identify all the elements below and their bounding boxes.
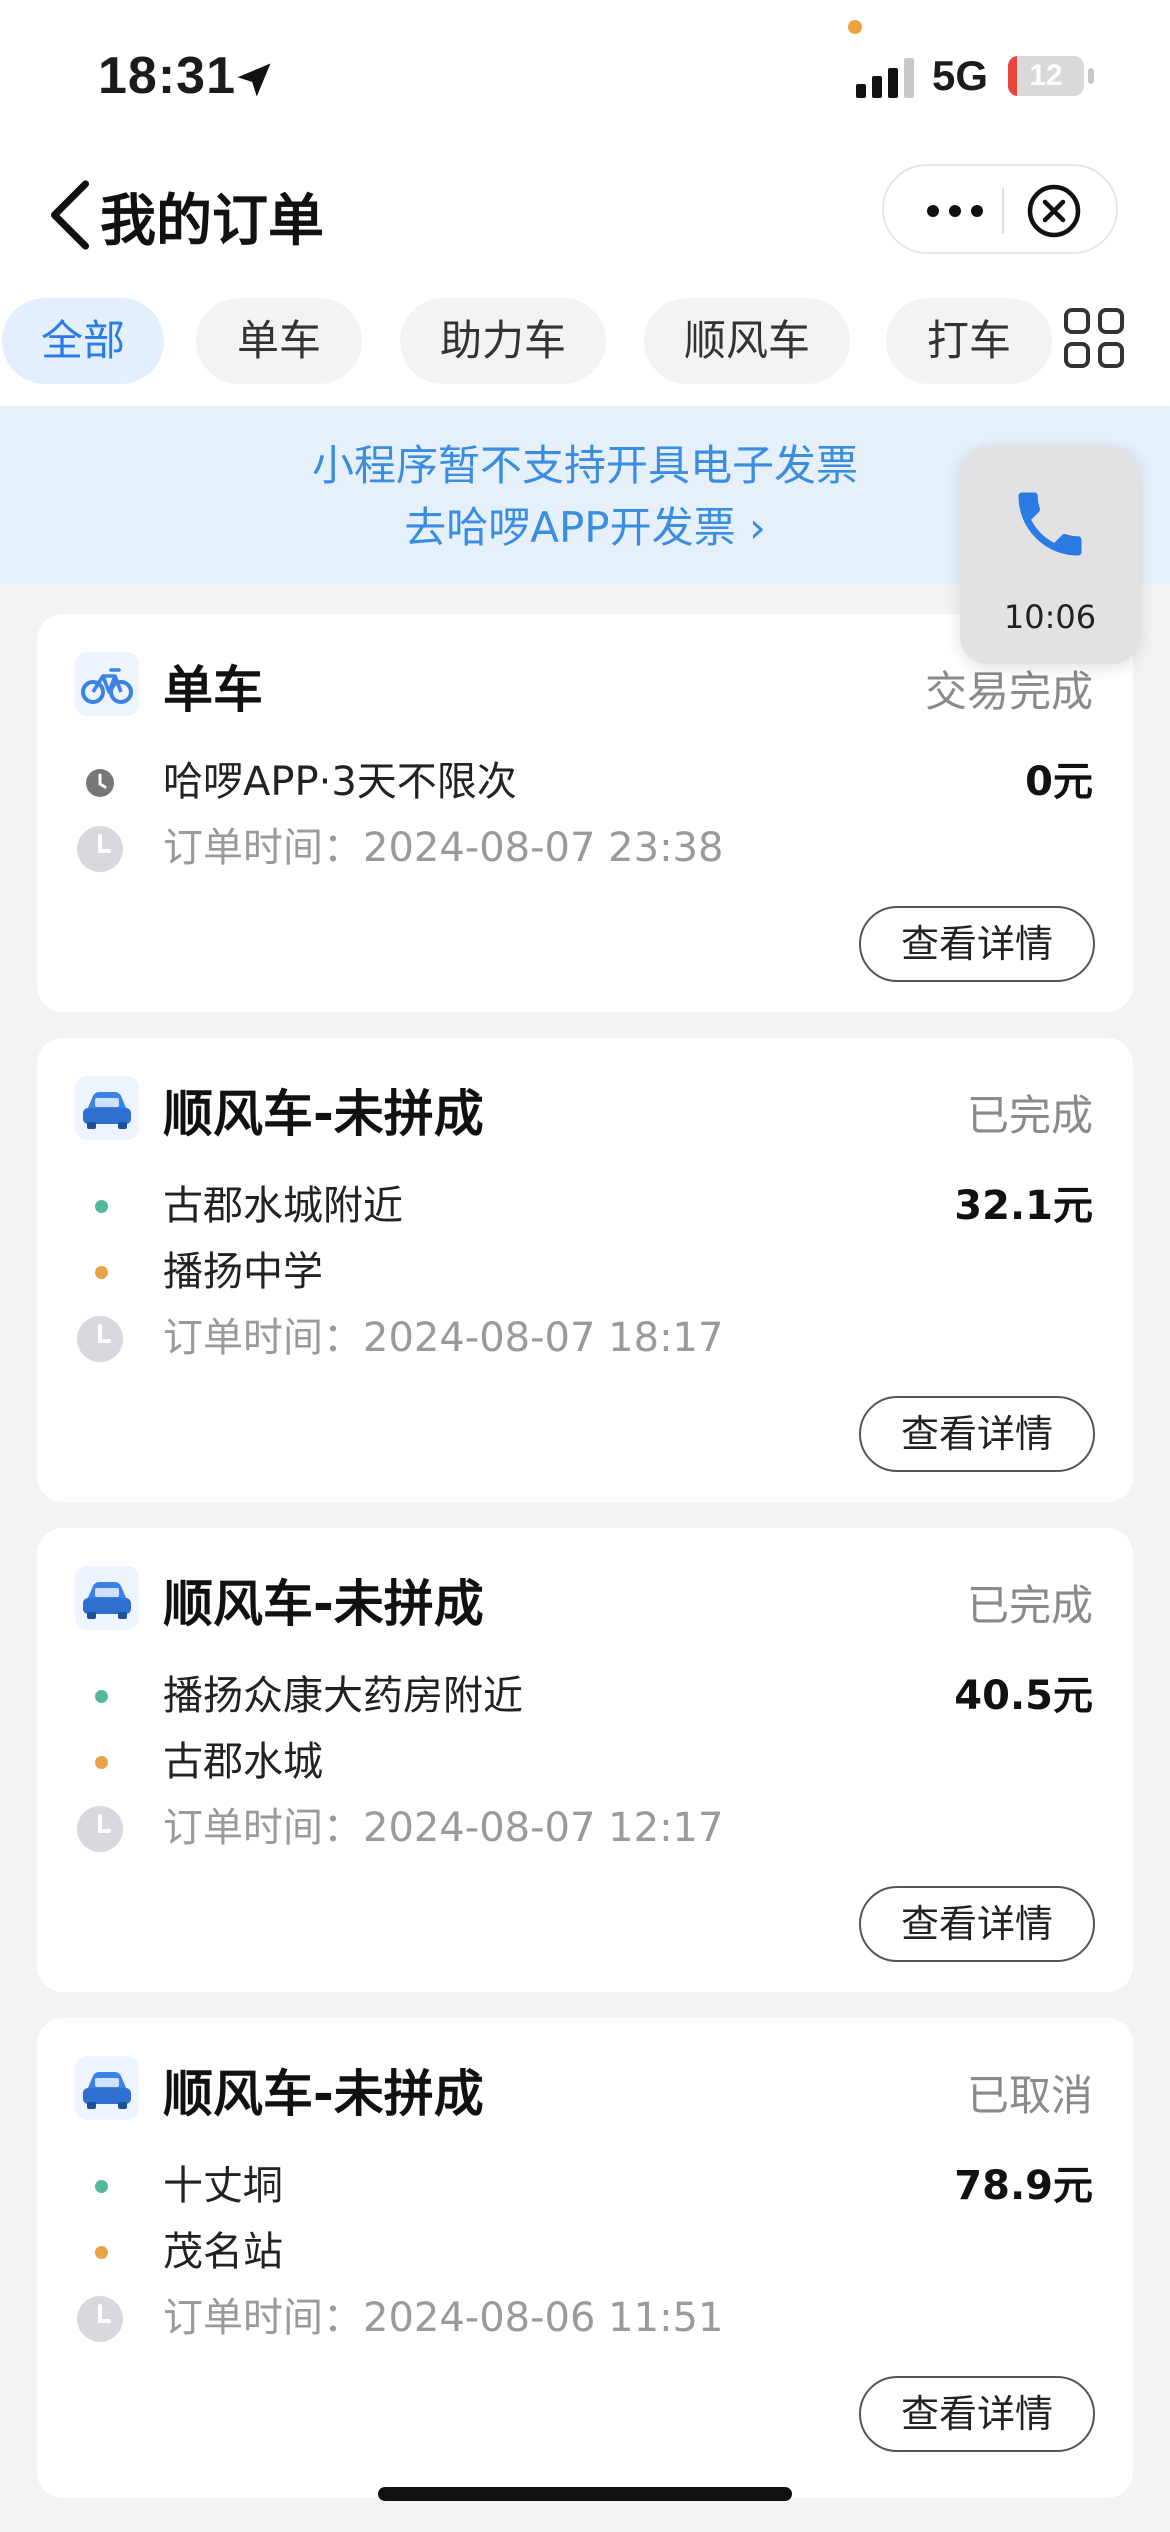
clock-icon: [77, 1316, 123, 1362]
order-price: 32.1元: [954, 1183, 1093, 1229]
battery-tip: [1088, 68, 1094, 84]
order-time: 订单时间：2024-08-07 23:38: [163, 825, 724, 871]
order-to: 古郡水城: [163, 1739, 323, 1785]
order-card[interactable]: 顺风车-未拼成 已取消 十丈垌 78.9元 茂名站 订单时间：2024-08-0…: [37, 2018, 1133, 2498]
order-from-row: 十丈垌 78.9元: [37, 2156, 1133, 2216]
order-title: 顺风车-未拼成: [163, 1085, 484, 1143]
order-time-row: 订单时间：2024-08-07 18:17: [37, 1308, 1133, 1368]
phone-icon: [1018, 492, 1082, 556]
end-dot: [95, 1266, 108, 1279]
order-time-row: 订单时间：2024-08-06 11:51: [37, 2288, 1133, 2348]
view-details-button[interactable]: 查看详情: [859, 906, 1095, 982]
order-card[interactable]: 顺风车-未拼成 已完成 古郡水城附近 32.1元 播扬中学 订单时间：2024-…: [37, 1038, 1133, 1502]
car-icon: [75, 1076, 139, 1140]
tab-ebike[interactable]: 助力车: [400, 298, 606, 384]
miniprogram-capsule: [882, 164, 1118, 254]
signal-icon: [856, 58, 914, 98]
nav-bar: 我的订单: [0, 150, 1170, 280]
order-to: 茂名站: [163, 2229, 283, 2275]
order-title: 单车: [163, 661, 263, 719]
package-clock-icon: [86, 769, 114, 797]
order-to-row: 古郡水城: [37, 1732, 1133, 1792]
network-label: 5G: [932, 52, 989, 99]
car-icon: [75, 1566, 139, 1630]
order-from: 十丈垌: [163, 2163, 283, 2209]
battery-icon: 12: [1008, 56, 1084, 96]
category-tabs: 全部 单车 助力车 顺风车 打车: [0, 280, 1170, 406]
privacy-indicator-dot: [848, 20, 862, 34]
clock-icon: [77, 1806, 123, 1852]
order-item-row: 哈啰APP·3天不限次 0元: [37, 752, 1133, 812]
order-card[interactable]: 单车 交易完成 哈啰APP·3天不限次 0元 订单时间：2024-08-07 2…: [37, 614, 1133, 1012]
order-to-row: 茂名站: [37, 2222, 1133, 2282]
order-item: 哈啰APP·3天不限次: [163, 759, 517, 805]
tab-bike[interactable]: 单车: [196, 298, 362, 384]
order-title: 顺风车-未拼成: [163, 1575, 484, 1633]
status-bar: 18:31 5G 12: [0, 0, 1170, 150]
order-time: 订单时间：2024-08-07 12:17: [163, 1805, 724, 1851]
order-status: 已完成: [966, 1581, 1093, 1630]
clock-icon: [77, 2296, 123, 2342]
order-status: 交易完成: [924, 667, 1093, 716]
order-price: 78.9元: [954, 2163, 1093, 2209]
battery-level: 12: [1029, 59, 1063, 92]
order-time: 订单时间：2024-08-06 11:51: [163, 2295, 724, 2341]
end-dot: [95, 2246, 108, 2259]
order-title: 顺风车-未拼成: [163, 2065, 484, 2123]
order-time-row: 订单时间：2024-08-07 23:38: [37, 818, 1133, 878]
order-card[interactable]: 顺风车-未拼成 已完成 播扬众康大药房附近 40.5元 古郡水城 订单时间：20…: [37, 1528, 1133, 1992]
order-to-row: 播扬中学: [37, 1242, 1133, 1302]
tab-taxi[interactable]: 打车: [886, 298, 1052, 384]
order-from: 播扬众康大药房附近: [163, 1673, 523, 1719]
start-dot: [95, 2180, 108, 2193]
grid-menu-icon[interactable]: [1062, 306, 1126, 370]
page-title: 我的订单: [100, 189, 324, 254]
view-details-button[interactable]: 查看详情: [859, 1886, 1095, 1962]
order-status: 已完成: [966, 1091, 1093, 1140]
car-icon: [75, 2056, 139, 2120]
order-time-row: 订单时间：2024-08-07 12:17: [37, 1798, 1133, 1858]
view-details-button[interactable]: 查看详情: [859, 2376, 1095, 2452]
order-from-row: 播扬众康大药房附近 40.5元: [37, 1666, 1133, 1726]
order-from: 古郡水城附近: [163, 1183, 403, 1229]
bicycle-icon: [75, 652, 139, 716]
order-time: 订单时间：2024-08-07 18:17: [163, 1315, 724, 1361]
view-details-button[interactable]: 查看详情: [859, 1396, 1095, 1472]
call-duration: 10:06: [1003, 598, 1097, 636]
tab-all[interactable]: 全部: [2, 298, 164, 384]
order-price: 40.5元: [954, 1673, 1093, 1719]
order-from-row: 古郡水城附近 32.1元: [37, 1176, 1133, 1236]
capsule-divider: [1002, 188, 1004, 234]
order-price: 0元: [1025, 759, 1093, 805]
status-time: 18:31: [98, 47, 236, 105]
order-status: 已取消: [966, 2071, 1093, 2120]
location-arrow-icon: [237, 63, 271, 97]
start-dot: [95, 1690, 108, 1703]
home-indicator[interactable]: [378, 2487, 792, 2501]
end-dot: [95, 1756, 108, 1769]
back-chevron-icon[interactable]: [46, 180, 94, 250]
order-to: 播扬中学: [163, 1249, 323, 1295]
close-icon[interactable]: [1024, 181, 1084, 241]
tab-carpool[interactable]: 顺风车: [644, 298, 850, 384]
start-dot: [95, 1200, 108, 1213]
clock-icon: [77, 826, 123, 872]
more-icon[interactable]: [920, 186, 990, 236]
call-widget[interactable]: 10:06: [960, 446, 1140, 664]
